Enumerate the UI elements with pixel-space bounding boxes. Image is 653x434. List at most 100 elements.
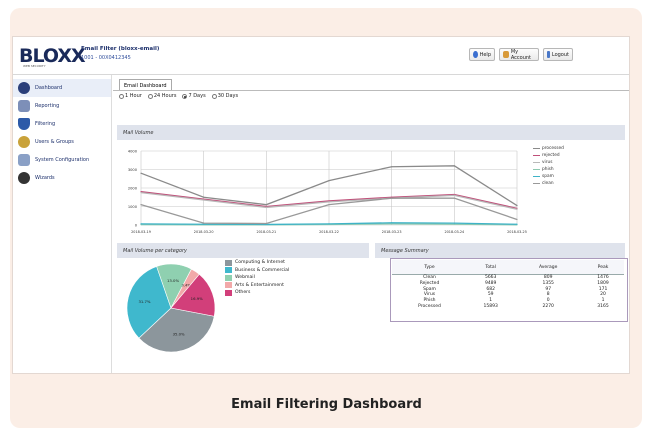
sidebar-item-label: Wizards xyxy=(35,175,55,181)
data-point-spam xyxy=(453,222,455,224)
data-point-virus xyxy=(140,192,142,194)
sidebar: Dashboard Reporting Filtering Users & Gr… xyxy=(13,75,112,373)
sidebar-item-filtering[interactable]: Filtering xyxy=(13,115,111,133)
data-point-clean xyxy=(453,197,455,199)
range-24-hours[interactable]: 24 Hours xyxy=(147,93,176,99)
sidebar-item-dashboard[interactable]: Dashboard xyxy=(13,79,111,97)
sidebar-item-wizards[interactable]: Wizards xyxy=(13,169,111,187)
data-point-clean xyxy=(391,197,393,199)
data-point-virus xyxy=(203,199,205,201)
data-point-virus xyxy=(265,206,267,209)
my-account-label: My Account xyxy=(510,48,532,61)
help-button[interactable]: Help xyxy=(469,48,495,61)
data-point-virus xyxy=(516,208,518,210)
summary-header: Message Summary xyxy=(375,243,625,258)
legend-swatch xyxy=(225,282,232,289)
legend-item-webmail: Webmail xyxy=(225,274,289,282)
legend-item-rejected: rejected xyxy=(533,152,564,159)
data-point-spam xyxy=(328,223,330,225)
my-account-button[interactable]: My Account xyxy=(499,48,539,61)
data-point-processed xyxy=(265,204,267,206)
column-header: Average xyxy=(514,260,583,275)
range-label: 7 Days xyxy=(188,93,206,99)
category-header: Mail Volume per category xyxy=(117,243,369,258)
logo-tagline: WEB SECURITY xyxy=(23,64,46,68)
data-point-processed xyxy=(516,204,518,207)
table-cell: 2270 xyxy=(542,303,554,309)
sidebar-item-label: Reporting xyxy=(35,103,60,109)
system-config-icon xyxy=(18,154,30,166)
legend-swatch xyxy=(533,175,540,178)
radio-button[interactable] xyxy=(211,93,217,99)
x-tick-label: 2018-03-24 xyxy=(444,230,464,234)
sidebar-item-label: Filtering xyxy=(35,121,56,127)
radio-button[interactable] xyxy=(147,93,153,99)
range-7-days[interactable]: 7 Days xyxy=(182,93,206,99)
legend-swatch xyxy=(225,289,232,296)
sidebar-item-label: Users & Groups xyxy=(35,139,74,145)
data-point-clean xyxy=(140,204,142,206)
tab-divider xyxy=(113,90,629,91)
table-header-row: Type Total Average Peak xyxy=(392,260,624,275)
column-header: Peak xyxy=(582,260,624,275)
legend-label: phish xyxy=(542,167,554,172)
filtering-icon xyxy=(18,118,30,130)
pie-slice-label: 31.7% xyxy=(138,299,150,304)
sidebar-item-system-configuration[interactable]: System Configuration xyxy=(13,151,111,169)
data-point-virus xyxy=(453,194,455,196)
legend-label: clean xyxy=(542,181,554,186)
sidebar-item-label: System Configuration xyxy=(35,157,90,163)
range-30-days[interactable]: 30 Days xyxy=(211,93,239,99)
legend-label: Business & Commercial xyxy=(235,267,290,273)
data-point-spam xyxy=(203,223,205,225)
data-point-virus xyxy=(328,201,330,203)
app-subtitle: 1001 - 00X0412345 xyxy=(81,55,131,61)
data-point-clean xyxy=(203,222,205,224)
range-1-hour[interactable]: 1 Hour xyxy=(119,93,142,99)
dashboard-icon xyxy=(18,82,30,94)
radio-button[interactable] xyxy=(119,93,124,99)
legend-item-arts-entertainment: Arts & Entertainment xyxy=(225,282,289,290)
x-tick-label: 2018-03-19 xyxy=(131,230,151,234)
legend-label: rejected xyxy=(542,153,560,158)
message-summary-table: Type Total Average Peak Clean 5663 809 1476 Rej… xyxy=(392,260,624,310)
account-icon xyxy=(503,51,509,58)
logout-label: Logout xyxy=(551,51,569,58)
legend-swatch xyxy=(225,259,232,266)
data-point-phish xyxy=(391,223,393,225)
pie-slice-label: 35.0% xyxy=(173,331,185,336)
range-label: 30 Days xyxy=(217,93,239,99)
legend-swatch xyxy=(533,182,540,185)
category-pie-chart: 35.0%31.7%13.0%3.4%16.9% xyxy=(126,263,216,353)
data-point-processed xyxy=(203,196,205,198)
pie-slice-label: 13.0% xyxy=(167,278,179,283)
legend-item-spam: spam xyxy=(533,173,564,180)
mail-volume-line-chart: 0 1000 2000 3000 4000 2018-03-19 2018-03-20 201… xyxy=(128,150,527,235)
app-header: BLOXX WEB SECURITY Email Filter (bloxx-e… xyxy=(13,37,629,75)
legend-swatch xyxy=(533,154,540,157)
main-content: Email Dashboard 1 Hour 24 Hours 7 Days 3… xyxy=(113,75,629,373)
sidebar-item-reporting[interactable]: Reporting xyxy=(13,97,111,115)
column-header: Total xyxy=(467,260,515,275)
radio-button-selected[interactable] xyxy=(182,93,188,99)
figure-caption: Email Filtering Dashboard xyxy=(231,397,422,412)
data-point-clean xyxy=(328,204,330,206)
y-tick-label: 0 xyxy=(135,224,138,228)
data-point-spam xyxy=(516,223,518,225)
time-range-selector: 1 Hour 24 Hours 7 Days 30 Days xyxy=(119,93,238,99)
sidebar-item-label: Dashboard xyxy=(35,85,63,91)
x-tick-label: 2018-03-20 xyxy=(194,230,214,234)
y-tick-label: 3000 xyxy=(128,168,138,172)
x-tick-label: 2018-03-25 xyxy=(507,230,527,234)
table-row: Processed 15893 2270 3165 xyxy=(392,304,624,310)
mail-volume-header: Mail Volume xyxy=(117,125,625,140)
legend-item-computing-internet: Computing & Internet xyxy=(225,259,289,267)
logout-icon xyxy=(547,51,550,58)
legend-label: virus xyxy=(542,160,553,165)
logout-button[interactable]: Logout xyxy=(543,48,573,61)
y-tick-label: 2000 xyxy=(128,187,138,191)
sidebar-item-users-groups[interactable]: Users & Groups xyxy=(13,133,111,151)
legend-label: Others xyxy=(235,290,251,296)
table-cell: 3165 xyxy=(597,303,609,309)
data-point-processed xyxy=(140,172,142,174)
